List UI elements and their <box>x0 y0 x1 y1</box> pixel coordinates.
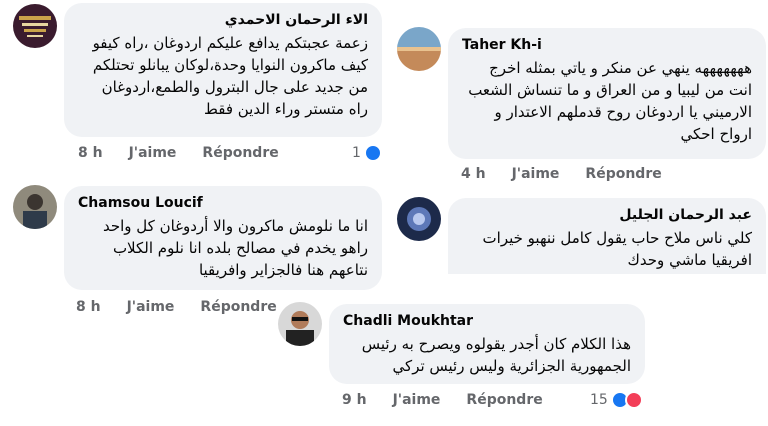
comment-author[interactable]: الاء الرحمان الاحمدي <box>78 12 368 28</box>
avatar[interactable] <box>278 302 322 346</box>
like-button[interactable]: J'aime <box>512 166 560 182</box>
comment-text: زعمة عجبتكم يدافع عليكم اردوغان ،راه كيف… <box>92 34 368 118</box>
comment-author[interactable]: Chamsou Loucif <box>78 195 368 211</box>
comment-actions: 8 h J'aime Répondre <box>78 145 279 161</box>
comment-author[interactable]: عبد الرحمان الجليل <box>462 207 752 223</box>
reaction-count[interactable]: 15 <box>590 391 643 409</box>
comment-text: هذا الكلام كان أجدر يقولوه ويصرح به رئيس… <box>361 335 631 375</box>
reply-button[interactable]: Répondre <box>200 299 276 315</box>
love-reaction-icon <box>624 391 643 409</box>
like-button[interactable]: J'aime <box>127 299 175 315</box>
like-reaction-icon <box>363 144 382 162</box>
reaction-count[interactable]: 1 <box>352 144 382 162</box>
comment-actions: 9 h J'aime Répondre <box>342 392 543 408</box>
comment-text: انا ما نلومش ماكرون والا أردوغان كل واحد… <box>102 217 368 279</box>
comment-time[interactable]: 8 h <box>76 299 101 315</box>
comment-author[interactable]: Taher Kh-i <box>462 37 752 53</box>
avatar[interactable] <box>397 197 441 241</box>
comment-time[interactable]: 4 h <box>461 166 486 182</box>
comment-bubble: Chadli Moukhtar هذا الكلام كان أجدر يقول… <box>329 304 645 384</box>
reply-button[interactable]: Répondre <box>466 392 542 408</box>
reaction-number: 1 <box>352 145 361 161</box>
avatar[interactable] <box>13 185 57 229</box>
comment-bubble: عبد الرحمان الجليل كلي ناس ملاح حاب يقول… <box>448 198 766 274</box>
reply-button[interactable]: Répondre <box>585 166 661 182</box>
comment-bubble: Taher Kh-i هههههههه ينهي عن منكر و ياتي … <box>448 28 766 159</box>
reply-button[interactable]: Répondre <box>202 145 278 161</box>
comment-author[interactable]: Chadli Moukhtar <box>343 313 631 329</box>
reaction-number: 15 <box>590 392 608 408</box>
comment-bubble: Chamsou Loucif انا ما نلومش ماكرون والا … <box>64 186 382 290</box>
like-button[interactable]: J'aime <box>393 392 441 408</box>
comment-actions: 8 h J'aime Répondre <box>76 299 277 315</box>
comment-time[interactable]: 8 h <box>78 145 103 161</box>
avatar[interactable] <box>397 27 441 71</box>
comment-bubble: الاء الرحمان الاحمدي زعمة عجبتكم يدافع ع… <box>64 3 382 137</box>
like-button[interactable]: J'aime <box>129 145 177 161</box>
avatar[interactable] <box>13 4 57 48</box>
comment-text: هههههههه ينهي عن منكر و ياتي بمثله اخرج … <box>468 59 752 143</box>
comment-actions: 4 h J'aime Répondre <box>461 166 662 182</box>
comment-time[interactable]: 9 h <box>342 392 367 408</box>
comment-text: كلي ناس ملاح حاب يقول كامل ننهبو خيرات ا… <box>482 229 752 269</box>
